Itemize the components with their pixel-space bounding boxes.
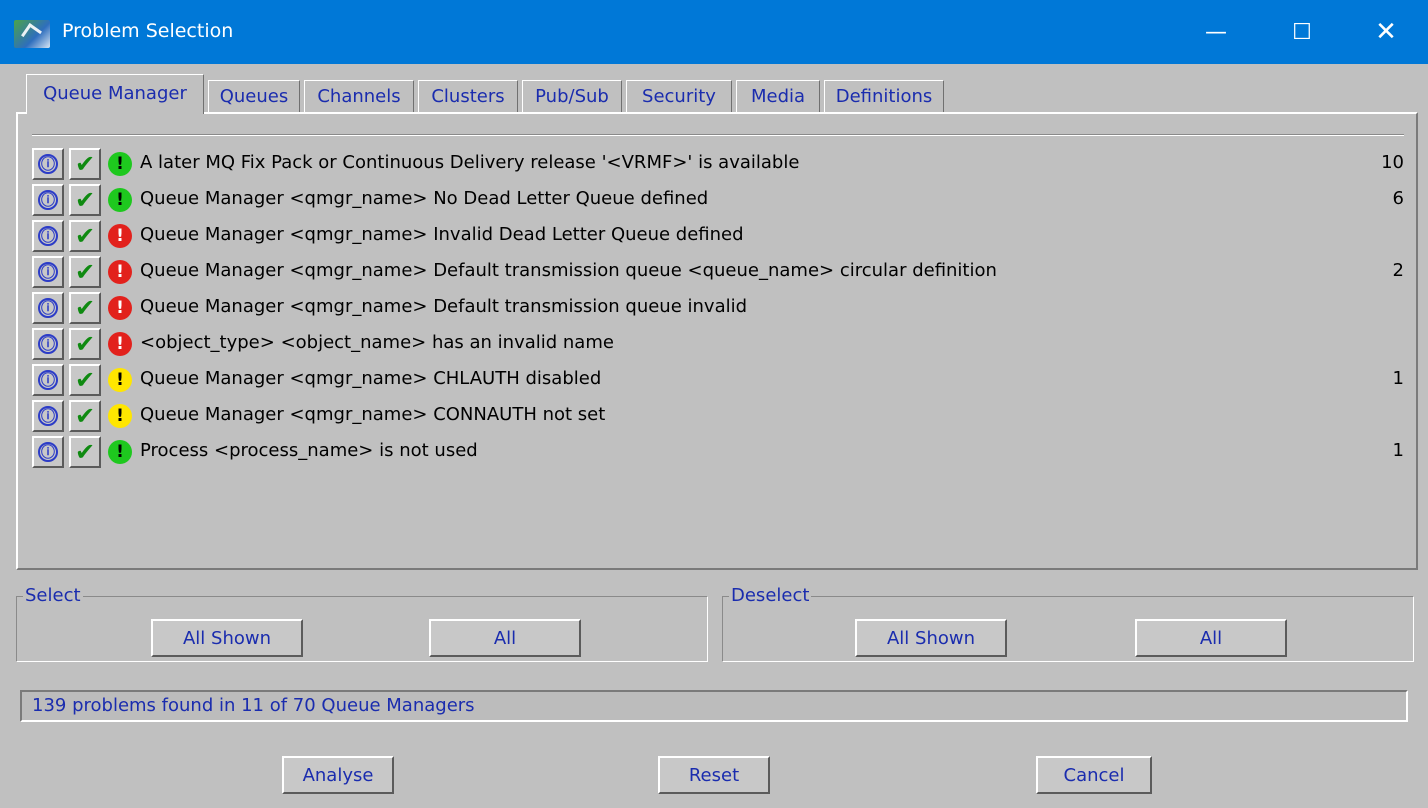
checkmark-icon: ✔: [74, 438, 96, 466]
app-icon: [14, 20, 50, 48]
problem-count: 1: [1392, 440, 1404, 461]
deselect-legend: Deselect: [729, 585, 812, 606]
info-icon: ⓘ: [38, 226, 58, 246]
deselect-group: Deselect All Shown All: [722, 585, 1414, 662]
deselect-all-shown-button[interactable]: All Shown: [855, 619, 1007, 657]
select-group: Select All Shown All: [16, 585, 708, 662]
checkmark-icon: ✔: [74, 294, 96, 322]
tab-pub-sub[interactable]: Pub/Sub: [522, 80, 622, 112]
problem-row: ⓘ ✔ ! Process <process_name> is not used…: [32, 436, 1404, 472]
reset-button[interactable]: Reset: [658, 756, 770, 794]
minimize-button[interactable]: —: [1174, 0, 1258, 64]
problem-description: Queue Manager <qmgr_name> CONNAUTH not s…: [140, 404, 606, 425]
info-icon: ⓘ: [38, 370, 58, 390]
problem-description: Queue Manager <qmgr_name> Invalid Dead L…: [140, 224, 744, 245]
checkmark-icon: ✔: [74, 186, 96, 214]
select-all-button[interactable]: All: [429, 619, 581, 657]
info-icon: ⓘ: [38, 406, 58, 426]
tab-queue-manager[interactable]: Queue Manager: [26, 74, 204, 114]
severity-info-icon: !: [108, 188, 132, 212]
select-toggle-button[interactable]: ✔: [69, 220, 101, 252]
status-bar: 139 problems found in 11 of 70 Queue Man…: [20, 690, 1408, 722]
checkmark-icon: ✔: [74, 366, 96, 394]
analyse-button[interactable]: Analyse: [282, 756, 394, 794]
checkmark-icon: ✔: [74, 222, 96, 250]
select-toggle-button[interactable]: ✔: [69, 256, 101, 288]
info-icon: ⓘ: [38, 442, 58, 462]
info-button[interactable]: ⓘ: [32, 328, 64, 360]
info-button[interactable]: ⓘ: [32, 220, 64, 252]
problem-count: 1: [1392, 368, 1404, 389]
info-button[interactable]: ⓘ: [32, 184, 64, 216]
info-button[interactable]: ⓘ: [32, 292, 64, 324]
tab-definitions[interactable]: Definitions: [824, 80, 944, 112]
problem-description: Process <process_name> is not used: [140, 440, 478, 461]
severity-warning-icon: !: [108, 368, 132, 392]
select-toggle-button[interactable]: ✔: [69, 184, 101, 216]
select-all-shown-button[interactable]: All Shown: [151, 619, 303, 657]
problem-description: A later MQ Fix Pack or Continuous Delive…: [140, 152, 800, 173]
tab-clusters[interactable]: Clusters: [418, 80, 518, 112]
problem-row: ⓘ ✔ ! A later MQ Fix Pack or Continuous …: [32, 148, 1404, 184]
problem-row: ⓘ ✔ ! Queue Manager <qmgr_name> Default …: [32, 292, 1404, 328]
severity-warning-icon: !: [108, 404, 132, 428]
divider: [32, 134, 1404, 136]
problem-description: Queue Manager <qmgr_name> CHLAUTH disabl…: [140, 368, 602, 389]
problem-count: 2: [1392, 260, 1404, 281]
tab-channels[interactable]: Channels: [304, 80, 414, 112]
problem-count: 10: [1381, 152, 1404, 173]
severity-info-icon: !: [108, 440, 132, 464]
problem-row: ⓘ ✔ ! Queue Manager <qmgr_name> CONNAUTH…: [32, 400, 1404, 436]
window-title: Problem Selection: [62, 20, 234, 42]
select-toggle-button[interactable]: ✔: [69, 436, 101, 468]
select-toggle-button[interactable]: ✔: [69, 292, 101, 324]
severity-error-icon: !: [108, 296, 132, 320]
problem-count: 6: [1392, 188, 1404, 209]
tab-security[interactable]: Security: [626, 80, 732, 112]
cancel-button[interactable]: Cancel: [1036, 756, 1152, 794]
severity-info-icon: !: [108, 152, 132, 176]
info-button[interactable]: ⓘ: [32, 256, 64, 288]
info-button[interactable]: ⓘ: [32, 148, 64, 180]
tab-media[interactable]: Media: [736, 80, 820, 112]
severity-error-icon: !: [108, 260, 132, 284]
checkmark-icon: ✔: [74, 402, 96, 430]
info-button[interactable]: ⓘ: [32, 400, 64, 432]
tab-queues[interactable]: Queues: [208, 80, 300, 112]
problem-row: ⓘ ✔ ! <object_type> <object_name> has an…: [32, 328, 1404, 364]
problem-description: Queue Manager <qmgr_name> No Dead Letter…: [140, 188, 709, 209]
info-button[interactable]: ⓘ: [32, 364, 64, 396]
info-icon: ⓘ: [38, 190, 58, 210]
deselect-all-button[interactable]: All: [1135, 619, 1287, 657]
problem-row: ⓘ ✔ ! Queue Manager <qmgr_name> Invalid …: [32, 220, 1404, 256]
severity-error-icon: !: [108, 332, 132, 356]
select-toggle-button[interactable]: ✔: [69, 328, 101, 360]
maximize-button[interactable]: ☐: [1260, 0, 1344, 64]
select-toggle-button[interactable]: ✔: [69, 364, 101, 396]
problem-description: Queue Manager <qmgr_name> Default transm…: [140, 260, 997, 281]
problem-description: Queue Manager <qmgr_name> Default transm…: [140, 296, 748, 317]
checkmark-icon: ✔: [74, 258, 96, 286]
select-toggle-button[interactable]: ✔: [69, 400, 101, 432]
info-button[interactable]: ⓘ: [32, 436, 64, 468]
info-icon: ⓘ: [38, 298, 58, 318]
select-toggle-button[interactable]: ✔: [69, 148, 101, 180]
title-bar: Problem Selection — ☐ ✕: [0, 0, 1428, 64]
problem-row: ⓘ ✔ ! Queue Manager <qmgr_name> No Dead …: [32, 184, 1404, 220]
problem-row: ⓘ ✔ ! Queue Manager <qmgr_name> Default …: [32, 256, 1404, 292]
close-button[interactable]: ✕: [1344, 0, 1428, 64]
checkmark-icon: ✔: [74, 150, 96, 178]
problem-list-panel: ⓘ ✔ ! A later MQ Fix Pack or Continuous …: [16, 112, 1418, 570]
problem-row: ⓘ ✔ ! Queue Manager <qmgr_name> CHLAUTH …: [32, 364, 1404, 400]
severity-error-icon: !: [108, 224, 132, 248]
checkmark-icon: ✔: [74, 330, 96, 358]
info-icon: ⓘ: [38, 262, 58, 282]
info-icon: ⓘ: [38, 154, 58, 174]
select-legend: Select: [23, 585, 83, 606]
problem-description: <object_type> <object_name> has an inval…: [140, 332, 614, 353]
info-icon: ⓘ: [38, 334, 58, 354]
